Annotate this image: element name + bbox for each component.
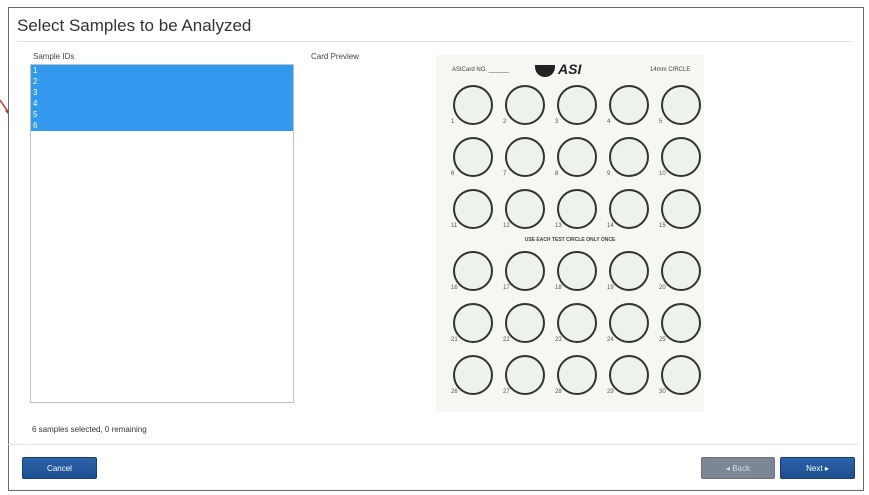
test-circle [453, 137, 493, 177]
title-divider [17, 41, 853, 42]
card-instruction-text: USE EACH TEST CIRCLE ONLY ONCE [524, 237, 616, 243]
test-circle-number: 5 [659, 119, 663, 125]
test-circle [661, 189, 701, 229]
test-circle [557, 189, 597, 229]
card-preview-label: Card Preview [311, 52, 360, 61]
test-circle-number: 18 [555, 285, 562, 291]
test-circle-number: 1 [451, 119, 455, 125]
sample-list-item[interactable]: 2 [31, 76, 293, 87]
test-circle-number: 9 [607, 171, 611, 177]
test-circle-number: 21 [451, 337, 458, 343]
sample-list-item[interactable]: 1 [31, 65, 293, 76]
test-circle-number: 7 [503, 171, 507, 177]
circle-size-label: 14mm CIRCLE [650, 67, 691, 73]
test-circle [609, 355, 649, 395]
test-circle [453, 189, 493, 229]
test-circle-number: 4 [607, 119, 611, 125]
test-circle-number: 11 [451, 223, 458, 229]
test-circle-number: 30 [659, 389, 666, 395]
test-circle [453, 85, 493, 125]
test-circle-number: 2 [503, 119, 507, 125]
test-circle-number: 29 [607, 389, 614, 395]
next-button[interactable]: Next ▸ [780, 457, 855, 479]
test-circle-number: 6 [451, 171, 455, 177]
test-circle [453, 355, 493, 395]
test-circle [453, 303, 493, 343]
footer-divider [8, 444, 859, 445]
test-circle [505, 189, 545, 229]
test-circle [609, 189, 649, 229]
test-circle-number: 14 [607, 223, 614, 229]
test-circle [557, 85, 597, 125]
sample-list-item[interactable]: 5 [31, 109, 293, 120]
test-circle-number: 8 [555, 171, 559, 177]
test-circle [505, 251, 545, 291]
card-number-label: ASICard NO. ______ [452, 67, 509, 73]
cancel-button[interactable]: Cancel [22, 457, 97, 479]
test-circle-number: 3 [555, 119, 559, 125]
asi-logo-icon [535, 65, 555, 77]
test-circle [557, 355, 597, 395]
test-circle-number: 20 [659, 285, 666, 291]
sample-list-item[interactable]: 4 [31, 98, 293, 109]
test-circle-number: 16 [451, 285, 458, 291]
test-circle [609, 137, 649, 177]
test-circle [609, 251, 649, 291]
test-circle [661, 355, 701, 395]
test-circle-number: 23 [555, 337, 562, 343]
sample-ids-listbox[interactable]: 123456 [30, 64, 294, 403]
test-circle-number: 22 [503, 337, 510, 343]
test-circle [661, 303, 701, 343]
test-circle [609, 303, 649, 343]
test-circle-number: 13 [555, 223, 562, 229]
test-circle [557, 137, 597, 177]
test-circle [661, 251, 701, 291]
test-circle [453, 251, 493, 291]
test-circle-number: 25 [659, 337, 666, 343]
test-circle [505, 355, 545, 395]
test-circle-number: 19 [607, 285, 614, 291]
test-circle [661, 85, 701, 125]
test-circle-number: 24 [607, 337, 614, 343]
card-preview-image: ASICard NO. ______ ASI 14mm CIRCLE USE E… [436, 55, 704, 412]
test-circle [609, 85, 649, 125]
test-circle-number: 12 [503, 223, 510, 229]
sample-ids-label: Sample IDs [33, 52, 75, 61]
back-button[interactable]: ◂ Back [701, 457, 775, 479]
test-circle [557, 303, 597, 343]
test-circle-number: 27 [503, 389, 510, 395]
asi-logo-text: ASI [558, 61, 582, 77]
page-title: Select Samples to be Analyzed [17, 16, 252, 35]
test-circle [661, 137, 701, 177]
test-circle [505, 137, 545, 177]
test-circle [505, 85, 545, 125]
selection-status: 6 samples selected, 0 remaining [32, 425, 147, 434]
test-circle [557, 251, 597, 291]
test-circle-number: 15 [659, 223, 666, 229]
test-circle-number: 26 [451, 389, 458, 395]
sample-list-item[interactable]: 6 [31, 120, 293, 131]
test-circle-number: 28 [555, 389, 562, 395]
test-circle-number: 17 [503, 285, 510, 291]
test-circle-number: 10 [659, 171, 666, 177]
sample-list-item[interactable]: 3 [31, 87, 293, 98]
test-circle [505, 303, 545, 343]
